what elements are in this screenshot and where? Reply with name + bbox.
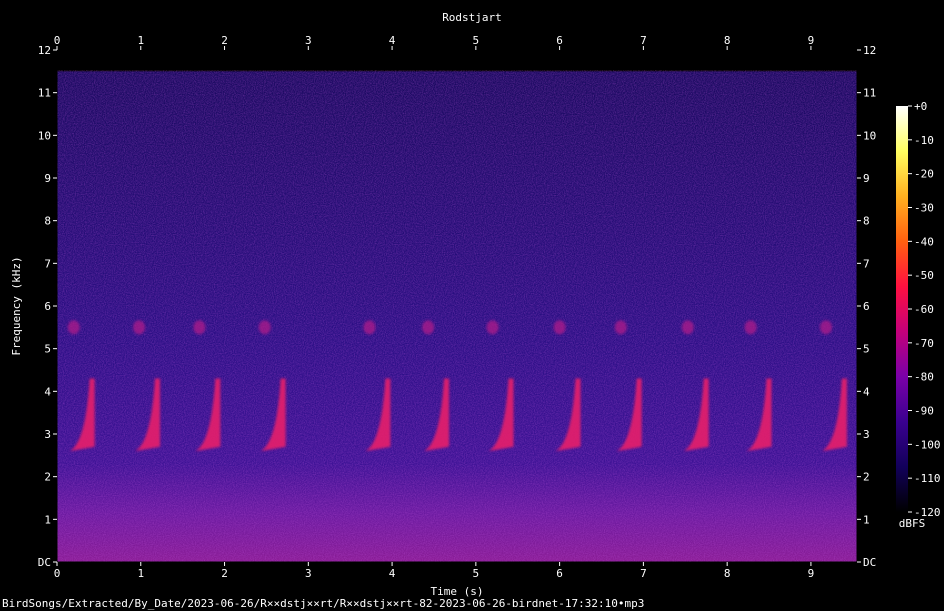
colorbar-tick-label: -20 bbox=[914, 168, 934, 181]
y-tick-label-right: 10 bbox=[863, 129, 876, 142]
x-tick-label-bottom: 9 bbox=[808, 567, 815, 580]
x-tick-label-bottom: 4 bbox=[389, 567, 396, 580]
call-chirp bbox=[820, 320, 833, 335]
plot-area bbox=[57, 50, 857, 562]
y-tick-label-right: 11 bbox=[863, 87, 876, 100]
y-tick-label-right: 1 bbox=[863, 513, 870, 526]
x-tick-label-bottom: 8 bbox=[724, 567, 731, 580]
x-tick-label-bottom: 5 bbox=[473, 567, 480, 580]
x-tick-label-bottom: 1 bbox=[137, 567, 144, 580]
y-tick-label-left: DC bbox=[38, 556, 51, 569]
x-tick-label-bottom: 3 bbox=[305, 567, 312, 580]
call-chirp bbox=[681, 320, 694, 335]
x-tick-label-bottom: 0 bbox=[54, 567, 61, 580]
colorbar-tick-label: -90 bbox=[914, 405, 934, 418]
y-tick-label-right: 2 bbox=[863, 471, 870, 484]
y-tick-label-left: 4 bbox=[44, 385, 51, 398]
y-tick-label-right: 7 bbox=[863, 257, 870, 270]
y-tick-label-right: 3 bbox=[863, 428, 870, 441]
y-axis-label: Frequency (kHz) bbox=[10, 256, 23, 355]
call-chirp bbox=[67, 320, 80, 335]
x-tick-label-top: 8 bbox=[724, 34, 731, 47]
colorbar-label: dBFS bbox=[899, 517, 926, 530]
call-chirp bbox=[422, 320, 435, 335]
colorbar-tick-label: -80 bbox=[914, 371, 934, 384]
x-tick-label-top: 6 bbox=[556, 34, 563, 47]
spectrogram-chart: Rodstjart 0123456789 0123456789 DC123456… bbox=[10, 11, 941, 598]
call-chirp bbox=[614, 320, 627, 335]
call-chirp bbox=[193, 320, 206, 335]
call-chirp bbox=[133, 320, 146, 335]
x-tick-label-top: 0 bbox=[54, 34, 61, 47]
y-tick-label-left: 7 bbox=[44, 257, 51, 270]
y-tick-label-left: 6 bbox=[44, 300, 51, 313]
y-tick-label-right: 4 bbox=[863, 385, 870, 398]
x-tick-label-top: 7 bbox=[640, 34, 647, 47]
x-tick-label-bottom: 6 bbox=[556, 567, 563, 580]
x-tick-label-top: 4 bbox=[389, 34, 396, 47]
y-tick-label-right: 8 bbox=[863, 215, 870, 228]
colorbar-tick-label: -70 bbox=[914, 337, 934, 350]
y-tick-label-left: 9 bbox=[44, 172, 51, 185]
colorbar-tick-label: -30 bbox=[914, 202, 934, 215]
file-path-footer: BirdSongs/Extracted/By_Date/2023-06-26/R… bbox=[2, 597, 645, 610]
x-tick-label-bottom: 2 bbox=[221, 567, 228, 580]
y-tick-label-left: 8 bbox=[44, 215, 51, 228]
y-axis-left: DC123456789101112 bbox=[38, 44, 57, 569]
x-tick-label-bottom: 7 bbox=[640, 567, 647, 580]
y-tick-label-right: 5 bbox=[863, 343, 870, 356]
y-tick-label-left: 5 bbox=[44, 343, 51, 356]
x-tick-label-top: 2 bbox=[221, 34, 228, 47]
colorbar-tick-label: -40 bbox=[914, 235, 934, 248]
x-axis-top: 0 1 2 3 4 5 6 7 8 9 bbox=[54, 34, 815, 50]
x-tick-label-top: 9 bbox=[808, 34, 815, 47]
colorbar-tick-label: -60 bbox=[914, 303, 934, 316]
x-tick-label-top: 5 bbox=[473, 34, 480, 47]
y-tick-label-right: DC bbox=[863, 556, 876, 569]
colorbar-tick-label: -110 bbox=[914, 472, 941, 485]
y-tick-label-right: 12 bbox=[863, 44, 876, 57]
y-tick-label-right: 9 bbox=[863, 172, 870, 185]
y-tick-label-left: 12 bbox=[38, 44, 51, 57]
call-chirp bbox=[258, 320, 271, 335]
x-axis-bottom: 0 1 2 3 4 5 6 7 8 9 bbox=[54, 562, 815, 580]
colorbar-tick-label: -10 bbox=[914, 134, 934, 147]
y-axis-right: DC123456789101112 bbox=[857, 44, 876, 569]
call-chirp bbox=[553, 320, 566, 335]
colorbar-tick-label: -100 bbox=[914, 438, 941, 451]
colorbar bbox=[896, 106, 908, 512]
y-tick-label-left: 3 bbox=[44, 428, 51, 441]
x-tick-label-top: 1 bbox=[137, 34, 144, 47]
y-tick-label-left: 2 bbox=[44, 471, 51, 484]
x-tick-label-top: 3 bbox=[305, 34, 312, 47]
call-chirp bbox=[744, 320, 757, 335]
colorbar-tick-label: -50 bbox=[914, 269, 934, 282]
chart-title: Rodstjart bbox=[442, 11, 502, 24]
y-tick-label-left: 11 bbox=[38, 87, 51, 100]
colorbar-ticks: +0-10-20-30-40-50-60-70-80-90-100-110-12… bbox=[908, 100, 941, 519]
y-tick-label-left: 1 bbox=[44, 513, 51, 526]
call-chirp bbox=[363, 320, 376, 335]
colorbar-tick-label: +0 bbox=[914, 100, 927, 113]
y-tick-label-right: 6 bbox=[863, 300, 870, 313]
call-chirp bbox=[486, 320, 499, 335]
y-tick-label-left: 10 bbox=[38, 129, 51, 142]
spectrogram-noise bbox=[57, 70, 857, 562]
